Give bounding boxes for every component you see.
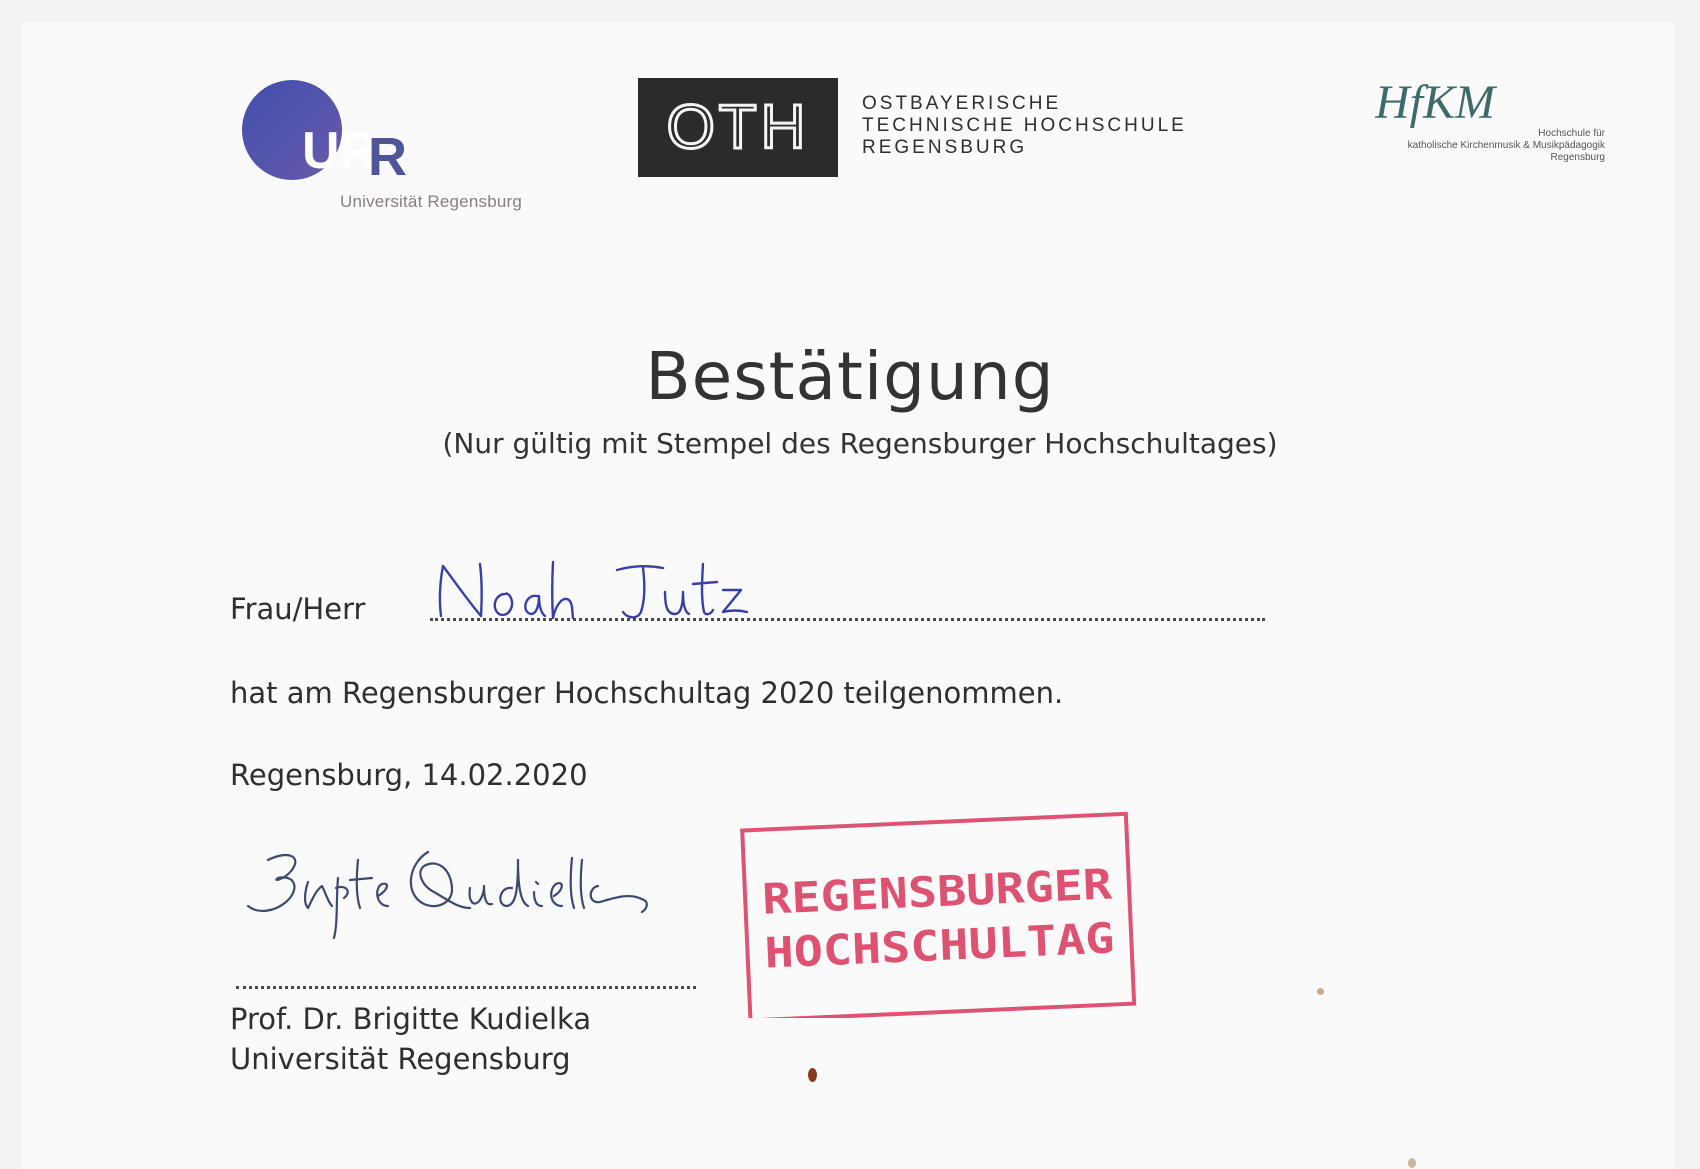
oth-mark: OTH bbox=[665, 92, 810, 164]
oth-line-3: REGENSBURG bbox=[862, 137, 1028, 158]
svg-text:REGENSBURGER: REGENSBURGER bbox=[761, 859, 1114, 923]
ur-caption: Universität Regensburg bbox=[340, 192, 523, 211]
regensburger-hochschultag-stamp: REGENSBURGER HOCHSCHULTAG bbox=[740, 811, 1137, 1018]
signature-dotted-line bbox=[236, 968, 696, 989]
handwritten-name bbox=[438, 560, 749, 620]
hfkm-line-1: Hochschule für bbox=[1538, 128, 1605, 139]
hfkm-line-2: katholische Kirchenmusik & Musikpädagogi… bbox=[1407, 140, 1605, 151]
svg-text:OTH: OTH bbox=[667, 93, 810, 162]
svg-text:HfKM: HfKM bbox=[1375, 76, 1498, 129]
paper-speck bbox=[808, 1068, 817, 1082]
oth-name: OSTBAYERISCHE TECHNISCHE HOCHSCHULE REGE… bbox=[862, 93, 1187, 159]
hfkm-name: Hochschule für katholische Kirchenmusik … bbox=[1315, 128, 1605, 164]
oth-line-1: OSTBAYERISCHE bbox=[862, 93, 1062, 114]
signature bbox=[246, 850, 648, 940]
document-subtitle: (Nur gültig mit Stempel des Regensburger… bbox=[442, 427, 1278, 460]
svg-text:HOCHSCHULTAG: HOCHSCHULTAG bbox=[764, 913, 1116, 977]
name-label: Frau/Herr bbox=[230, 592, 366, 626]
paper-speck bbox=[1408, 1158, 1416, 1168]
hfkm-line-3: Regensburg bbox=[1550, 152, 1605, 163]
paper-speck bbox=[1317, 988, 1324, 995]
hfkm-logo: HfKM bbox=[1375, 76, 1498, 129]
oth-logo: OTH bbox=[638, 78, 838, 177]
participation-statement: hat am Regensburger Hochschultag 2020 te… bbox=[230, 676, 1064, 710]
ur-initials-overlay: R bbox=[368, 127, 407, 187]
place-and-date: Regensburg, 14.02.2020 bbox=[230, 758, 588, 792]
document-title: Bestätigung bbox=[645, 338, 1055, 415]
signer-institution: Universität Regensburg bbox=[230, 1042, 571, 1076]
svg-text:R: R bbox=[368, 127, 407, 187]
oth-line-2: TECHNISCHE HOCHSCHULE bbox=[862, 115, 1187, 136]
signer-name: Prof. Dr. Brigitte Kudielka bbox=[230, 1002, 592, 1036]
